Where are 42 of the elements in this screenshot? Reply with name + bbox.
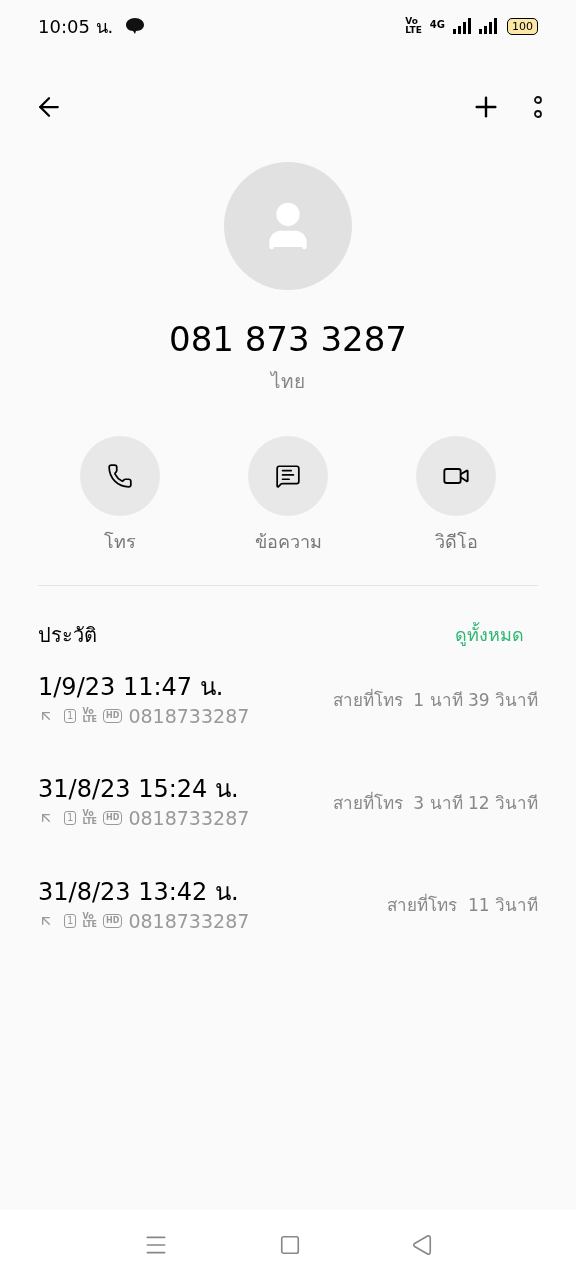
action-label: วิดีโอ (434, 529, 478, 554)
call-duration: สายที่โทร 3 นาที 12 วินาที (332, 790, 538, 815)
phone-number: 081 873 3287 (169, 318, 407, 361)
more-options-button[interactable] (534, 96, 542, 118)
sim-indicator: 1 (64, 913, 77, 928)
sim-indicator: 1 (64, 708, 77, 723)
signal-icon (453, 18, 471, 34)
call-log-item[interactable]: 1/9/23 11:47 น. 1 Vo LTE HD 0818733287 สายที่โทร 1 นาที 39 วินาที (38, 671, 538, 730)
message-icon (275, 462, 301, 489)
signal-icon (479, 18, 499, 34)
call-datetime: 1/9/23 11:47 น. (38, 671, 225, 702)
call-log-item[interactable]: 31/8/23 13:42 น. 1 Vo LTE HD 0818733287 สายที่โทร 11 วินาที (38, 876, 538, 935)
home-button[interactable] (279, 1234, 301, 1256)
back-nav-button[interactable] (411, 1234, 433, 1256)
call-datetime: 31/8/23 15:24 น. (38, 774, 240, 804)
status-time: 10:05 น. (38, 14, 114, 39)
call-duration: สายที่โทร 11 วินาที (387, 893, 538, 917)
chat-bubble-icon (125, 17, 146, 35)
location-label: ไทย (271, 369, 305, 394)
action-label: โทร (104, 529, 136, 554)
call-duration: สายที่โทร 1 นาที 39 วินาที (332, 688, 538, 712)
history-heading: ประวัติ (38, 621, 97, 649)
hd-indicator: HD (103, 708, 123, 723)
network-type: 4G (429, 18, 445, 32)
call-log-item[interactable]: 31/8/23 15:24 น. 1 Vo LTE HD 0818733287 สายที่โทร 3 นาที 12 วินาที (38, 774, 538, 833)
triangle-icon (411, 1234, 433, 1256)
hd-indicator: HD (103, 811, 123, 826)
sim-indicator: 1 (64, 811, 77, 826)
call-number: 0818733287 (128, 806, 250, 831)
volte-indicator: Vo LTE (405, 17, 422, 35)
more-options-icon (534, 96, 542, 118)
phone-icon (107, 462, 133, 489)
volte-indicator: Vo LTE (82, 810, 98, 827)
volte-indicator: Vo LTE (82, 912, 98, 929)
call-datetime: 31/8/23 13:42 น. (38, 876, 240, 907)
call-number: 0818733287 (128, 908, 250, 934)
volte-indicator: Vo LTE (82, 707, 98, 724)
square-icon (279, 1234, 301, 1256)
hd-indicator: HD (103, 913, 123, 928)
action-label: ข้อความ (254, 529, 322, 554)
battery-indicator: 100 (507, 17, 538, 35)
call-number: 0818733287 (128, 703, 250, 729)
